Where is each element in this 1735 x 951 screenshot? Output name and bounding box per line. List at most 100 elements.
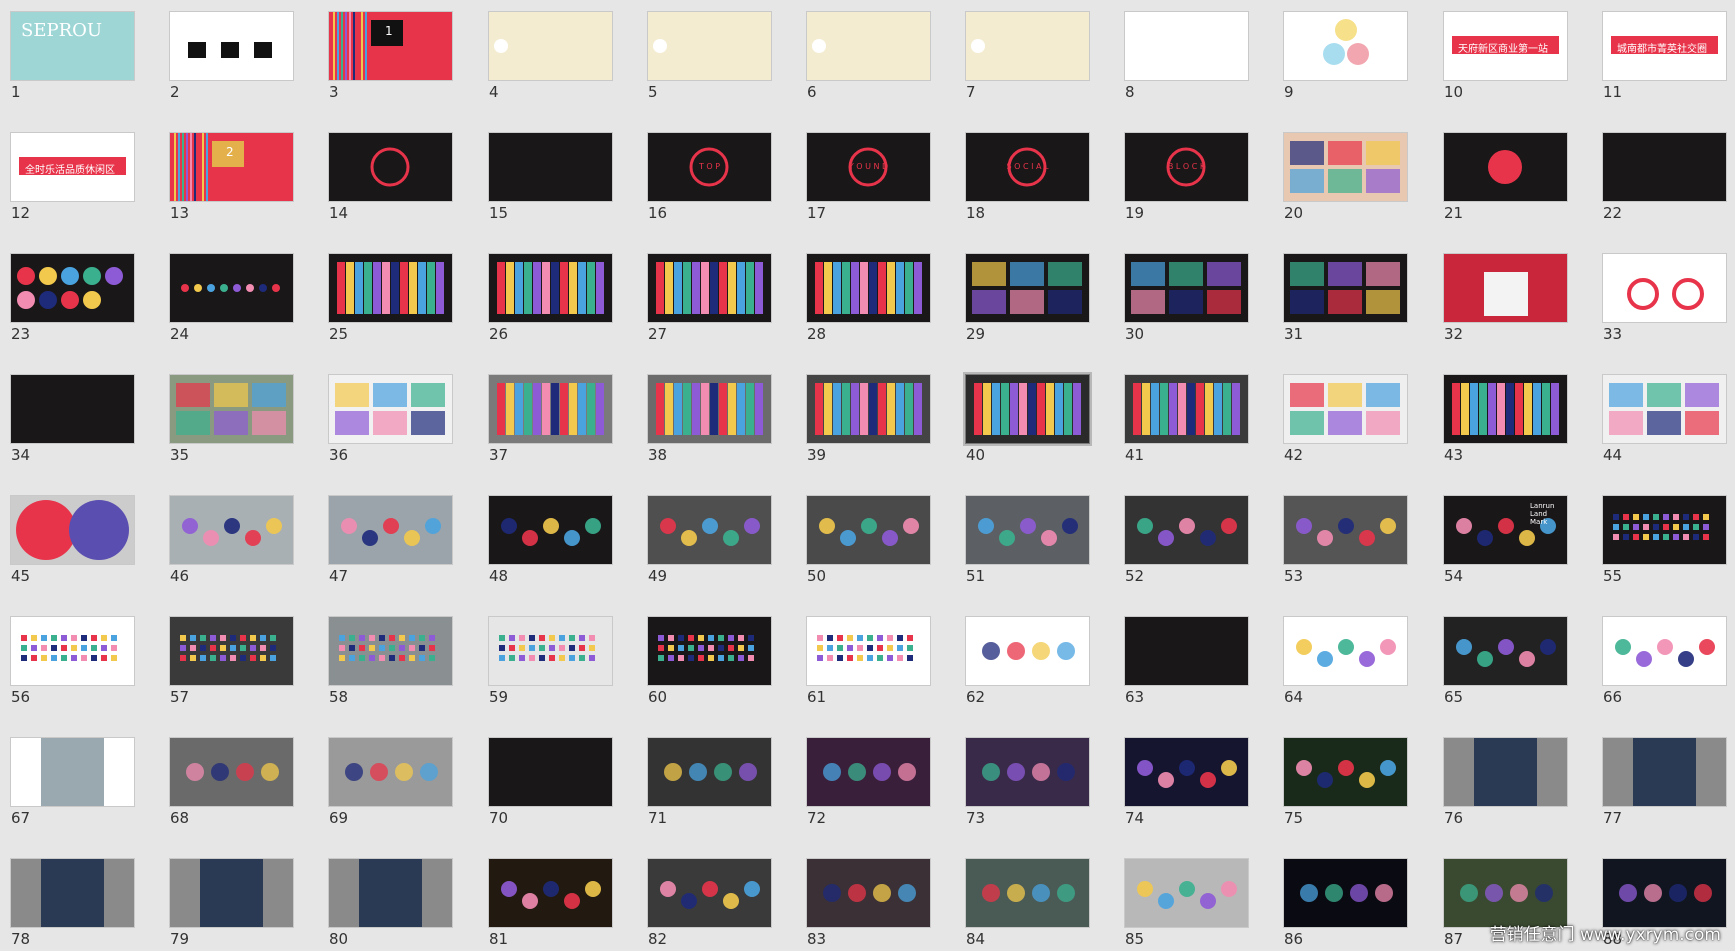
slide-preview[interactable] [1283,132,1408,202]
slide-thumbnail-68[interactable]: 68 [169,737,294,827]
slide-thumbnail-77[interactable]: 77 [1602,737,1727,827]
slide-thumbnail-63[interactable]: 63 [1124,616,1249,706]
slide-thumbnail-15[interactable]: 15 [488,132,613,222]
slide-thumbnail-41[interactable]: 41 [1124,374,1249,464]
slide-thumbnail-62[interactable]: 62 [965,616,1090,706]
slide-preview[interactable] [1283,858,1408,928]
slide-thumbnail-43[interactable]: 43 [1443,374,1568,464]
slide-preview[interactable]: SEPROU [10,11,135,81]
slide-thumbnail-24[interactable]: 24 [169,253,294,343]
slide-preview[interactable] [488,858,613,928]
slide-thumbnail-11[interactable]: 城南都市菁英社交圈 11 [1602,11,1727,101]
slide-preview[interactable] [328,374,453,444]
slide-preview[interactable] [169,11,294,81]
slide-thumbnail-22[interactable]: 22 [1602,132,1727,222]
slide-preview[interactable] [169,374,294,444]
slide-thumbnail-42[interactable]: 42 [1283,374,1408,464]
slide-preview[interactable] [647,374,772,444]
slide-preview[interactable] [328,253,453,323]
slide-preview[interactable] [1602,132,1727,202]
slide-thumbnail-45[interactable]: 45 [10,495,135,585]
slide-preview[interactable] [1443,737,1568,807]
slide-thumbnail-51[interactable]: 51 [965,495,1090,585]
slide-thumbnail-53[interactable]: 53 [1283,495,1408,585]
slide-preview[interactable] [647,11,772,81]
slide-thumbnail-86[interactable]: 86 [1283,858,1408,948]
slide-thumbnail-61[interactable]: 61 [806,616,931,706]
slide-thumbnail-85[interactable]: 85 [1124,858,1249,948]
slide-thumbnail-14[interactable]: 14 [328,132,453,222]
slide-thumbnail-16[interactable]: T O P 16 [647,132,772,222]
slide-preview[interactable] [169,858,294,928]
slide-thumbnail-56[interactable]: 56 [10,616,135,706]
slide-preview[interactable] [328,495,453,565]
slide-preview[interactable] [169,253,294,323]
slide-preview[interactable] [169,616,294,686]
slide-thumbnail-21[interactable]: 21 [1443,132,1568,222]
slide-preview[interactable] [647,495,772,565]
slide-thumbnail-29[interactable]: 29 [965,253,1090,343]
slide-preview[interactable] [1602,737,1727,807]
slide-thumbnail-33[interactable]: 33 [1602,253,1727,343]
slide-thumbnail-6[interactable]: 6 [806,11,931,101]
slide-thumbnail-2[interactable]: 2 [169,11,294,101]
slide-preview[interactable] [10,374,135,444]
slide-preview[interactable] [965,11,1090,81]
slide-thumbnail-84[interactable]: 84 [965,858,1090,948]
slide-thumbnail-4[interactable]: 4 [488,11,613,101]
slide-preview[interactable] [806,858,931,928]
slide-preview[interactable] [488,253,613,323]
slide-thumbnail-44[interactable]: 44 [1602,374,1727,464]
slide-thumbnail-7[interactable]: 7 [965,11,1090,101]
slide-preview[interactable] [10,253,135,323]
slide-thumbnail-65[interactable]: 65 [1443,616,1568,706]
slide-thumbnail-67[interactable]: 67 [10,737,135,827]
slide-thumbnail-49[interactable]: 49 [647,495,772,585]
slide-preview[interactable] [1602,374,1727,444]
slide-preview[interactable] [488,374,613,444]
slide-preview[interactable] [488,132,613,202]
slide-preview[interactable] [328,616,453,686]
slide-preview[interactable] [647,737,772,807]
slide-preview[interactable] [1443,858,1568,928]
slide-thumbnail-25[interactable]: 25 [328,253,453,343]
slide-preview[interactable] [1602,616,1727,686]
slide-preview[interactable] [806,11,931,81]
slide-preview[interactable] [1443,253,1568,323]
slide-thumbnail-37[interactable]: 37 [488,374,613,464]
slide-preview[interactable] [806,737,931,807]
slide-preview[interactable] [1283,11,1408,81]
slide-preview[interactable] [806,616,931,686]
slide-preview[interactable] [806,374,931,444]
slide-preview[interactable]: Y O U N D [806,132,931,202]
slide-thumbnail-47[interactable]: 47 [328,495,453,585]
slide-preview[interactable] [1124,858,1249,928]
slide-preview[interactable] [965,616,1090,686]
slide-preview[interactable] [488,495,613,565]
slide-preview[interactable] [10,858,135,928]
slide-preview[interactable]: T O P [647,132,772,202]
slide-thumbnail-50[interactable]: 50 [806,495,931,585]
slide-preview[interactable] [328,858,453,928]
slide-preview[interactable] [1283,737,1408,807]
slide-preview[interactable] [965,253,1090,323]
slide-preview[interactable] [1283,253,1408,323]
slide-thumbnail-40[interactable]: 40 [965,374,1090,464]
slide-thumbnail-5[interactable]: 5 [647,11,772,101]
slide-preview[interactable] [328,132,453,202]
slide-thumbnail-31[interactable]: 31 [1283,253,1408,343]
slide-preview[interactable] [10,737,135,807]
slide-preview[interactable] [1124,616,1249,686]
slide-thumbnail-74[interactable]: 74 [1124,737,1249,827]
slide-thumbnail-66[interactable]: 66 [1602,616,1727,706]
slide-preview[interactable]: 1 [328,11,453,81]
slide-thumbnail-34[interactable]: 34 [10,374,135,464]
slide-preview[interactable] [647,858,772,928]
slide-thumbnail-19[interactable]: B L O C K 19 [1124,132,1249,222]
slide-thumbnail-70[interactable]: 70 [488,737,613,827]
slide-thumbnail-46[interactable]: 46 [169,495,294,585]
slide-thumbnail-75[interactable]: 75 [1283,737,1408,827]
slide-thumbnail-8[interactable]: 8 [1124,11,1249,101]
slide-thumbnail-39[interactable]: 39 [806,374,931,464]
slide-thumbnail-54[interactable]: Lanrun Land Mark 54 [1443,495,1568,585]
